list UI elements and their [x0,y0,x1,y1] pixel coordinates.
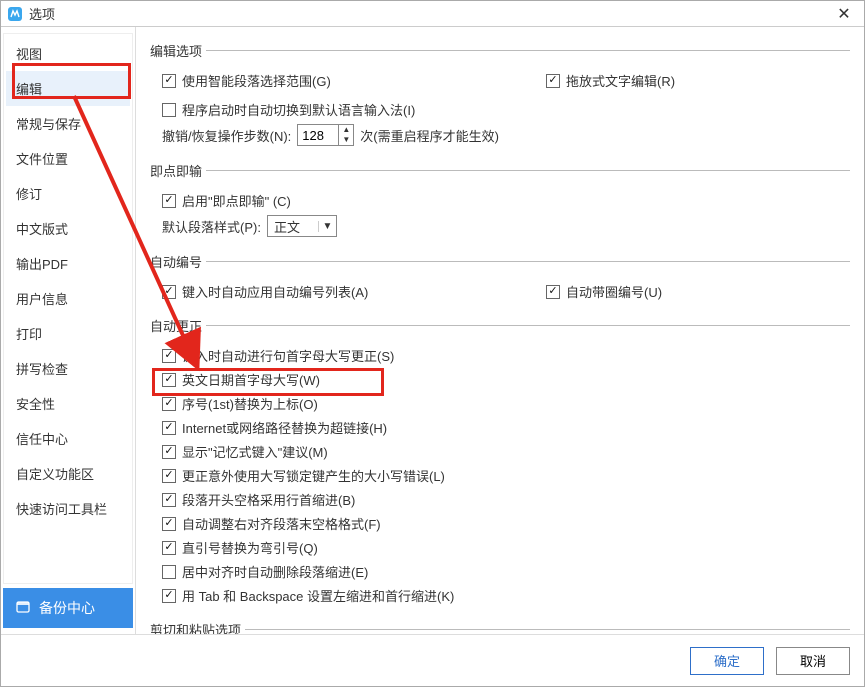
checkbox-drag-edit[interactable] [546,74,560,88]
label-ac-internet-hyperlink: Internet或网络路径替换为超链接(H) [182,418,387,437]
checkbox-ime-default[interactable] [162,103,176,117]
section-auto-number-legend: 自动编号 [150,252,206,271]
default-paragraph-style-select[interactable]: 正文 ▼ [267,215,337,237]
checkbox-ac-tab-backspace-indent[interactable] [162,589,176,603]
checkbox-ac-smart-quotes[interactable] [162,541,176,555]
section-edit-options: 编辑选项 使用智能段落选择范围(G) 拖放式文字编辑(R) [150,41,850,151]
section-edit-options-legend: 编辑选项 [150,41,206,60]
section-auto-number: 自动编号 键入时自动应用自动编号列表(A) 自动带圈编号(U) [150,252,850,306]
sidebar-item-spellcheck[interactable]: 拼写检查 [6,351,130,386]
window-close-button[interactable]: ✕ [830,2,858,26]
dialog-footer: 确定 取消 [1,634,864,686]
checkbox-click-type-enable[interactable] [162,194,176,208]
label-click-type-enable: 启用"即点即输" (C) [182,191,291,210]
section-auto-correct-legend: 自动更正 [150,316,206,335]
checkbox-ac-internet-hyperlink[interactable] [162,421,176,435]
checkbox-ac-ordinal-superscript[interactable] [162,397,176,411]
label-ac-tab-backspace-indent: 用 Tab 和 Backspace 设置左缩进和首行缩进(K) [182,586,454,605]
undo-steps-spinner[interactable]: ▲ ▼ [297,124,354,146]
label-ac-ordinal-superscript: 序号(1st)替换为上标(O) [182,394,318,413]
label-auto-circle-number: 自动带圈编号(U) [566,282,662,301]
section-auto-correct: 自动更正 键入时自动进行句首字母大写更正(S) 英文日期首字母大写(W) 序号(… [150,316,850,610]
backup-icon [15,599,31,618]
default-paragraph-style-value: 正文 [274,217,318,236]
sidebar-item-file-location[interactable]: 文件位置 [6,141,130,176]
label-ime-default: 程序启动时自动切换到默认语言输入法(I) [182,100,415,119]
label-undo-before: 撤销/恢复操作步数(N): [162,126,291,145]
checkbox-ac-first-line-indent[interactable] [162,493,176,507]
chevron-down-icon: ▼ [318,221,336,232]
checkbox-ac-autocomplete-suggest[interactable] [162,445,176,459]
sidebar-item-custom-ribbon[interactable]: 自定义功能区 [6,456,130,491]
checkbox-ac-right-align-spaces[interactable] [162,517,176,531]
section-cut-paste-legend: 剪切和粘贴选项 [150,620,245,634]
label-ac-sentence-caps: 键入时自动进行句首字母大写更正(S) [182,346,394,365]
label-auto-number-list: 键入时自动应用自动编号列表(A) [182,282,368,301]
label-default-paragraph-style: 默认段落样式(P): [162,217,261,236]
label-ac-smart-quotes: 直引号替换为弯引号(Q) [182,538,318,557]
sidebar-item-print[interactable]: 打印 [6,316,130,351]
titlebar: 选项 ✕ [1,1,864,27]
checkbox-auto-circle-number[interactable] [546,285,560,299]
checkbox-auto-number-list[interactable] [162,285,176,299]
section-click-type-legend: 即点即输 [150,161,206,180]
sidebar-item-quick-access[interactable]: 快速访问工具栏 [6,491,130,526]
checkbox-ac-english-date-caps[interactable] [162,373,176,387]
cancel-button[interactable]: 取消 [776,647,850,675]
label-smart-paragraph: 使用智能段落选择范围(G) [182,71,331,90]
label-ac-first-line-indent: 段落开头空格采用行首缩进(B) [182,490,355,509]
options-dialog: 选项 ✕ 视图 编辑 常规与保存 文件位置 修订 中文版式 输出PDF 用户信息… [0,0,865,687]
label-undo-after: 次(需重启程序才能生效) [360,126,499,145]
label-ac-english-date-caps: 英文日期首字母大写(W) [182,370,320,389]
spinner-up-icon[interactable]: ▲ [339,125,353,135]
label-ac-right-align-spaces: 自动调整右对齐段落末空格格式(F) [182,514,381,533]
sidebar: 视图 编辑 常规与保存 文件位置 修订 中文版式 输出PDF 用户信息 打印 拼… [1,27,136,634]
sidebar-item-view[interactable]: 视图 [6,36,130,71]
backup-center-button[interactable]: 备份中心 [3,588,133,628]
label-ac-capslock-fix: 更正意外使用大写锁定键产生的大小写错误(L) [182,466,445,485]
sidebar-item-trust-center[interactable]: 信任中心 [6,421,130,456]
sidebar-item-export-pdf[interactable]: 输出PDF [6,246,130,281]
sidebar-item-user-info[interactable]: 用户信息 [6,281,130,316]
sidebar-item-general-save[interactable]: 常规与保存 [6,106,130,141]
checkbox-smart-paragraph[interactable] [162,74,176,88]
label-drag-edit: 拖放式文字编辑(R) [566,71,675,90]
label-ac-center-remove-indent: 居中对齐时自动删除段落缩进(E) [182,562,368,581]
app-icon [7,6,23,22]
backup-center-label: 备份中心 [39,598,95,618]
window-title: 选项 [29,4,830,23]
sidebar-item-revision[interactable]: 修订 [6,176,130,211]
section-cut-paste: 剪切和粘贴选项 [150,620,850,634]
label-ac-autocomplete-suggest: 显示"记忆式键入"建议(M) [182,442,328,461]
checkbox-ac-sentence-caps[interactable] [162,349,176,363]
sidebar-list: 视图 编辑 常规与保存 文件位置 修订 中文版式 输出PDF 用户信息 打印 拼… [3,33,133,584]
section-click-type: 即点即输 启用"即点即输" (C) 默认段落样式(P): 正文 ▼ [150,161,850,242]
undo-steps-input[interactable] [298,125,338,145]
sidebar-item-edit[interactable]: 编辑 [6,71,130,106]
ok-button[interactable]: 确定 [690,647,764,675]
checkbox-ac-center-remove-indent[interactable] [162,565,176,579]
sidebar-item-chinese-layout[interactable]: 中文版式 [6,211,130,246]
spinner-down-icon[interactable]: ▼ [339,135,353,145]
content-panel: 编辑选项 使用智能段落选择范围(G) 拖放式文字编辑(R) [136,27,864,634]
checkbox-ac-capslock-fix[interactable] [162,469,176,483]
sidebar-item-security[interactable]: 安全性 [6,386,130,421]
